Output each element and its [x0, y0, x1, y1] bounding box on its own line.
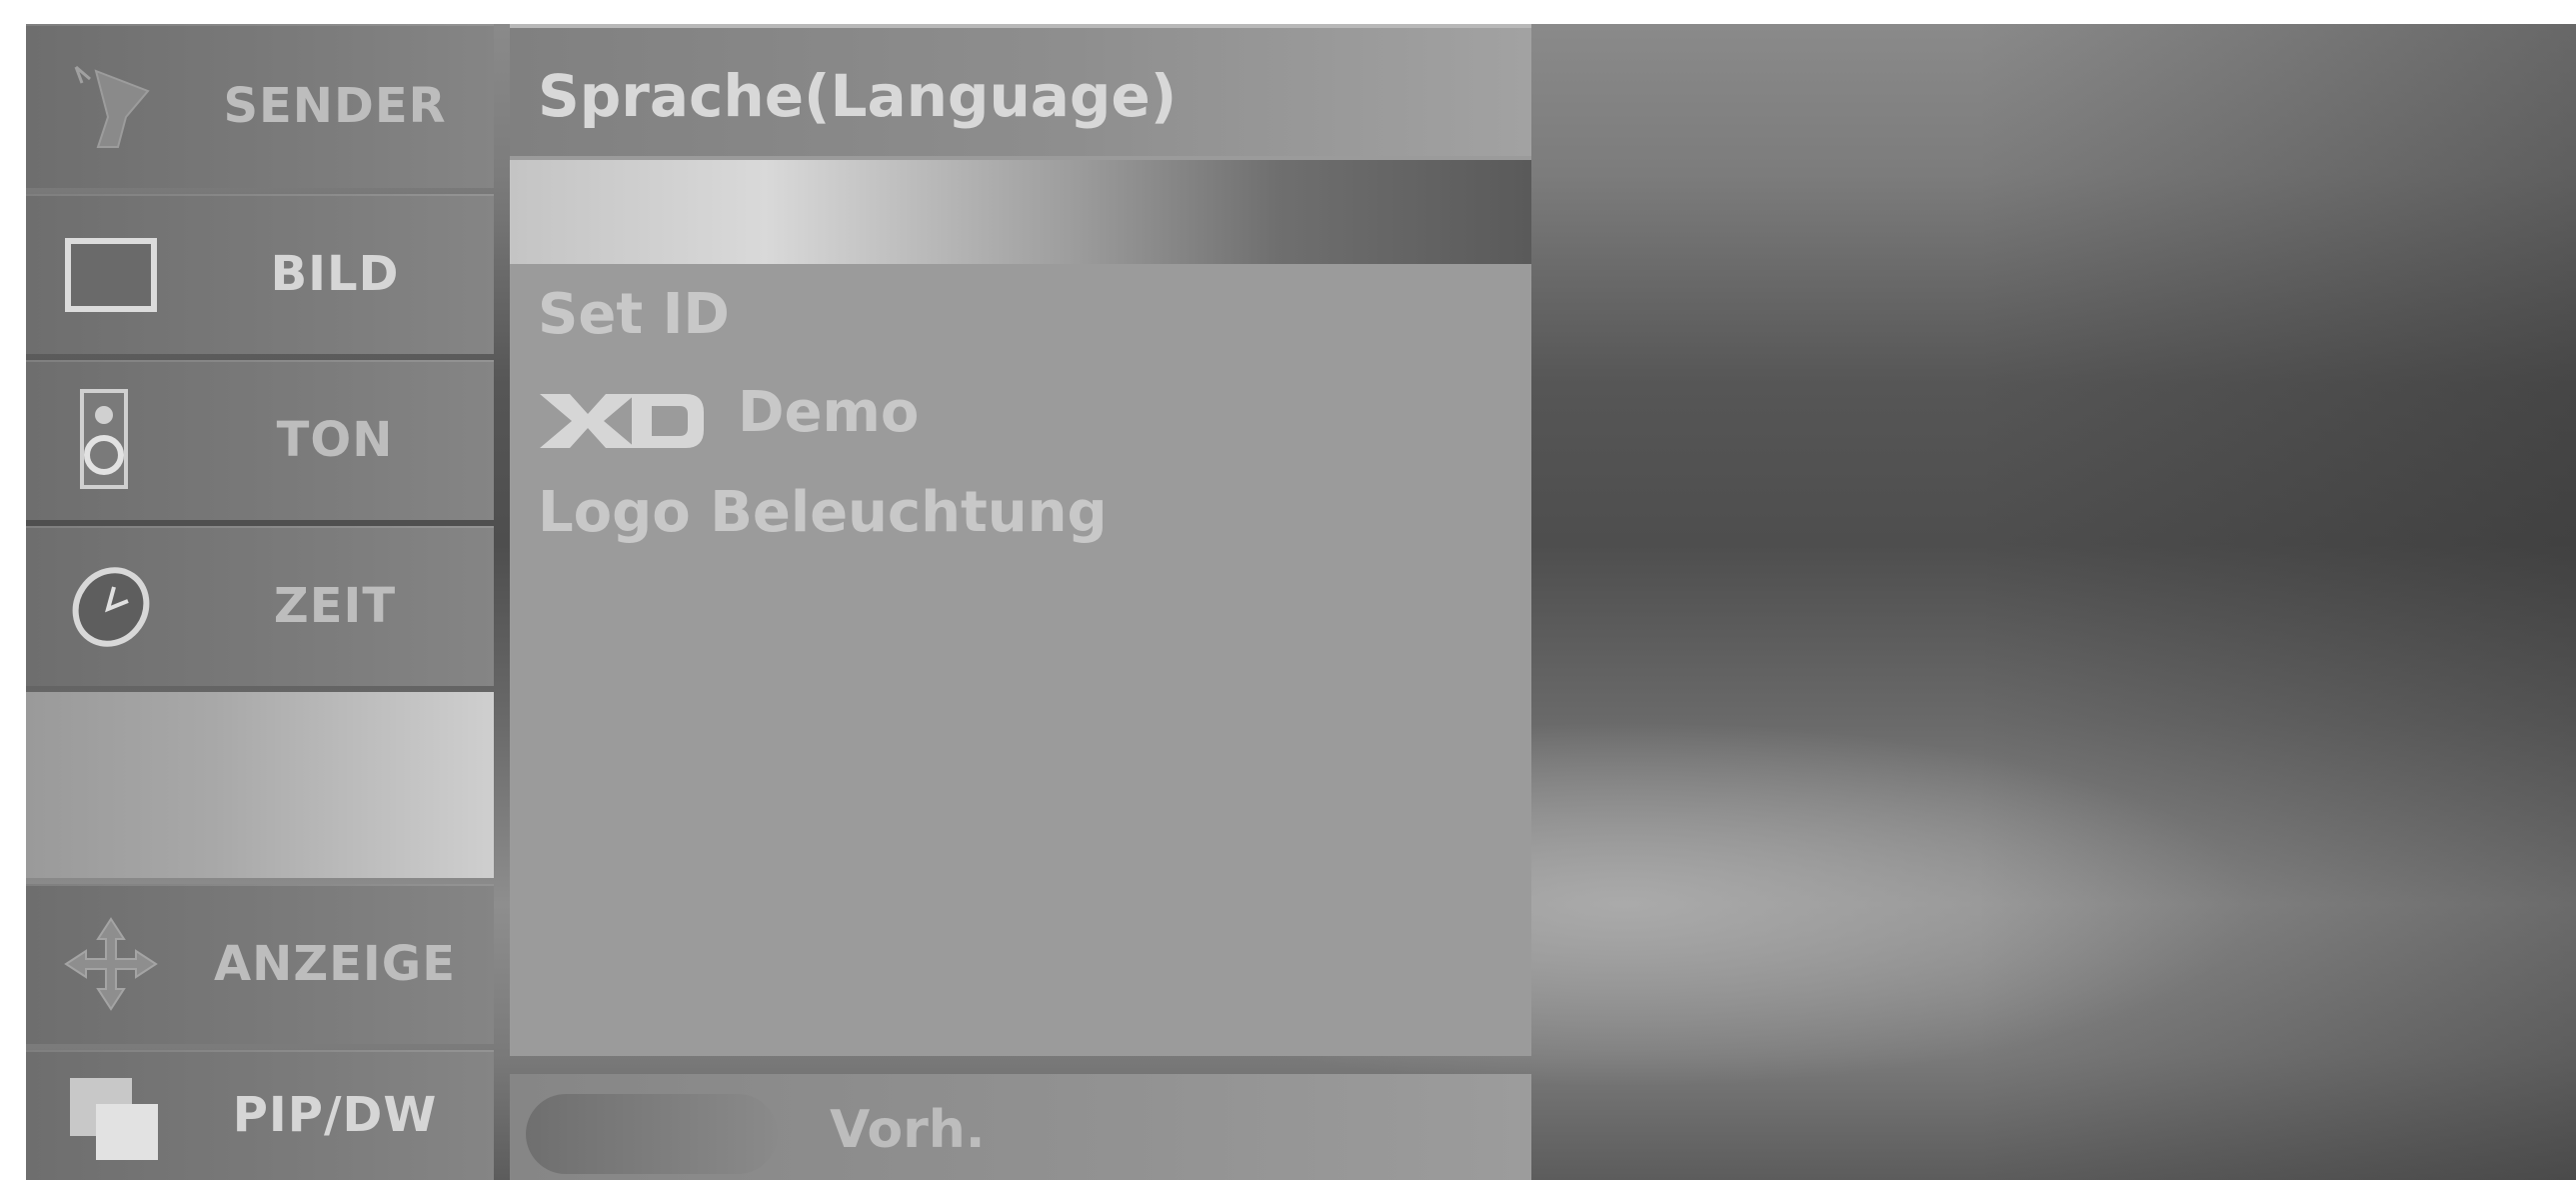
menu-item-label: BILD: [270, 246, 400, 302]
footer-bar: Vorh.: [510, 1074, 1531, 1180]
monitor-icon: [65, 238, 157, 312]
submenu-item-set-id[interactable]: Set ID: [538, 282, 730, 347]
pip-windows-icon: [70, 1078, 158, 1160]
move-arrows-icon: [64, 917, 158, 1011]
back-button-pill[interactable]: [526, 1094, 778, 1174]
menu-item-label: TON: [276, 412, 394, 468]
menu-item-sender[interactable]: SENDER: [26, 24, 494, 188]
menu-item-bild[interactable]: BILD: [26, 194, 494, 354]
menu-item-label: ZEIT: [273, 578, 397, 634]
menu-item-pip-dw[interactable]: PIP/DW: [26, 1050, 494, 1180]
menu-item-label: SENDER: [223, 78, 447, 134]
menu-item-anzeige[interactable]: ANZEIGE: [26, 884, 494, 1044]
submenu-panel: Sprache(Language) Set ID Demo Logo Beleu…: [510, 24, 1531, 1056]
menu-item-label: ANZEIGE: [214, 936, 456, 992]
submenu-item-demo[interactable]: Demo: [738, 380, 919, 445]
menu-item-ton[interactable]: TON: [26, 360, 494, 520]
clock-icon: [72, 567, 150, 647]
xd-logo-icon: [540, 394, 704, 448]
submenu-item-logo-beleuchtung[interactable]: Logo Beleuchtung: [538, 480, 1108, 545]
satellite-dish-icon: [74, 65, 150, 148]
submenu-item-sprache[interactable]: Sprache(Language): [510, 24, 1531, 156]
footer-label: Vorh.: [830, 1100, 986, 1160]
menu-item-label: PIP/DW: [232, 1087, 438, 1143]
panel-title: Sprache(Language): [538, 62, 1178, 130]
menu-empty-band: [26, 692, 494, 878]
tv-osd-screen: SENDER BILD TON ZEIT ANZEIGE PIP/DW Spra…: [26, 24, 2576, 1180]
speaker-icon: [80, 389, 128, 489]
menu-item-zeit[interactable]: ZEIT: [26, 526, 494, 686]
selection-highlight-bar: [510, 160, 1531, 264]
